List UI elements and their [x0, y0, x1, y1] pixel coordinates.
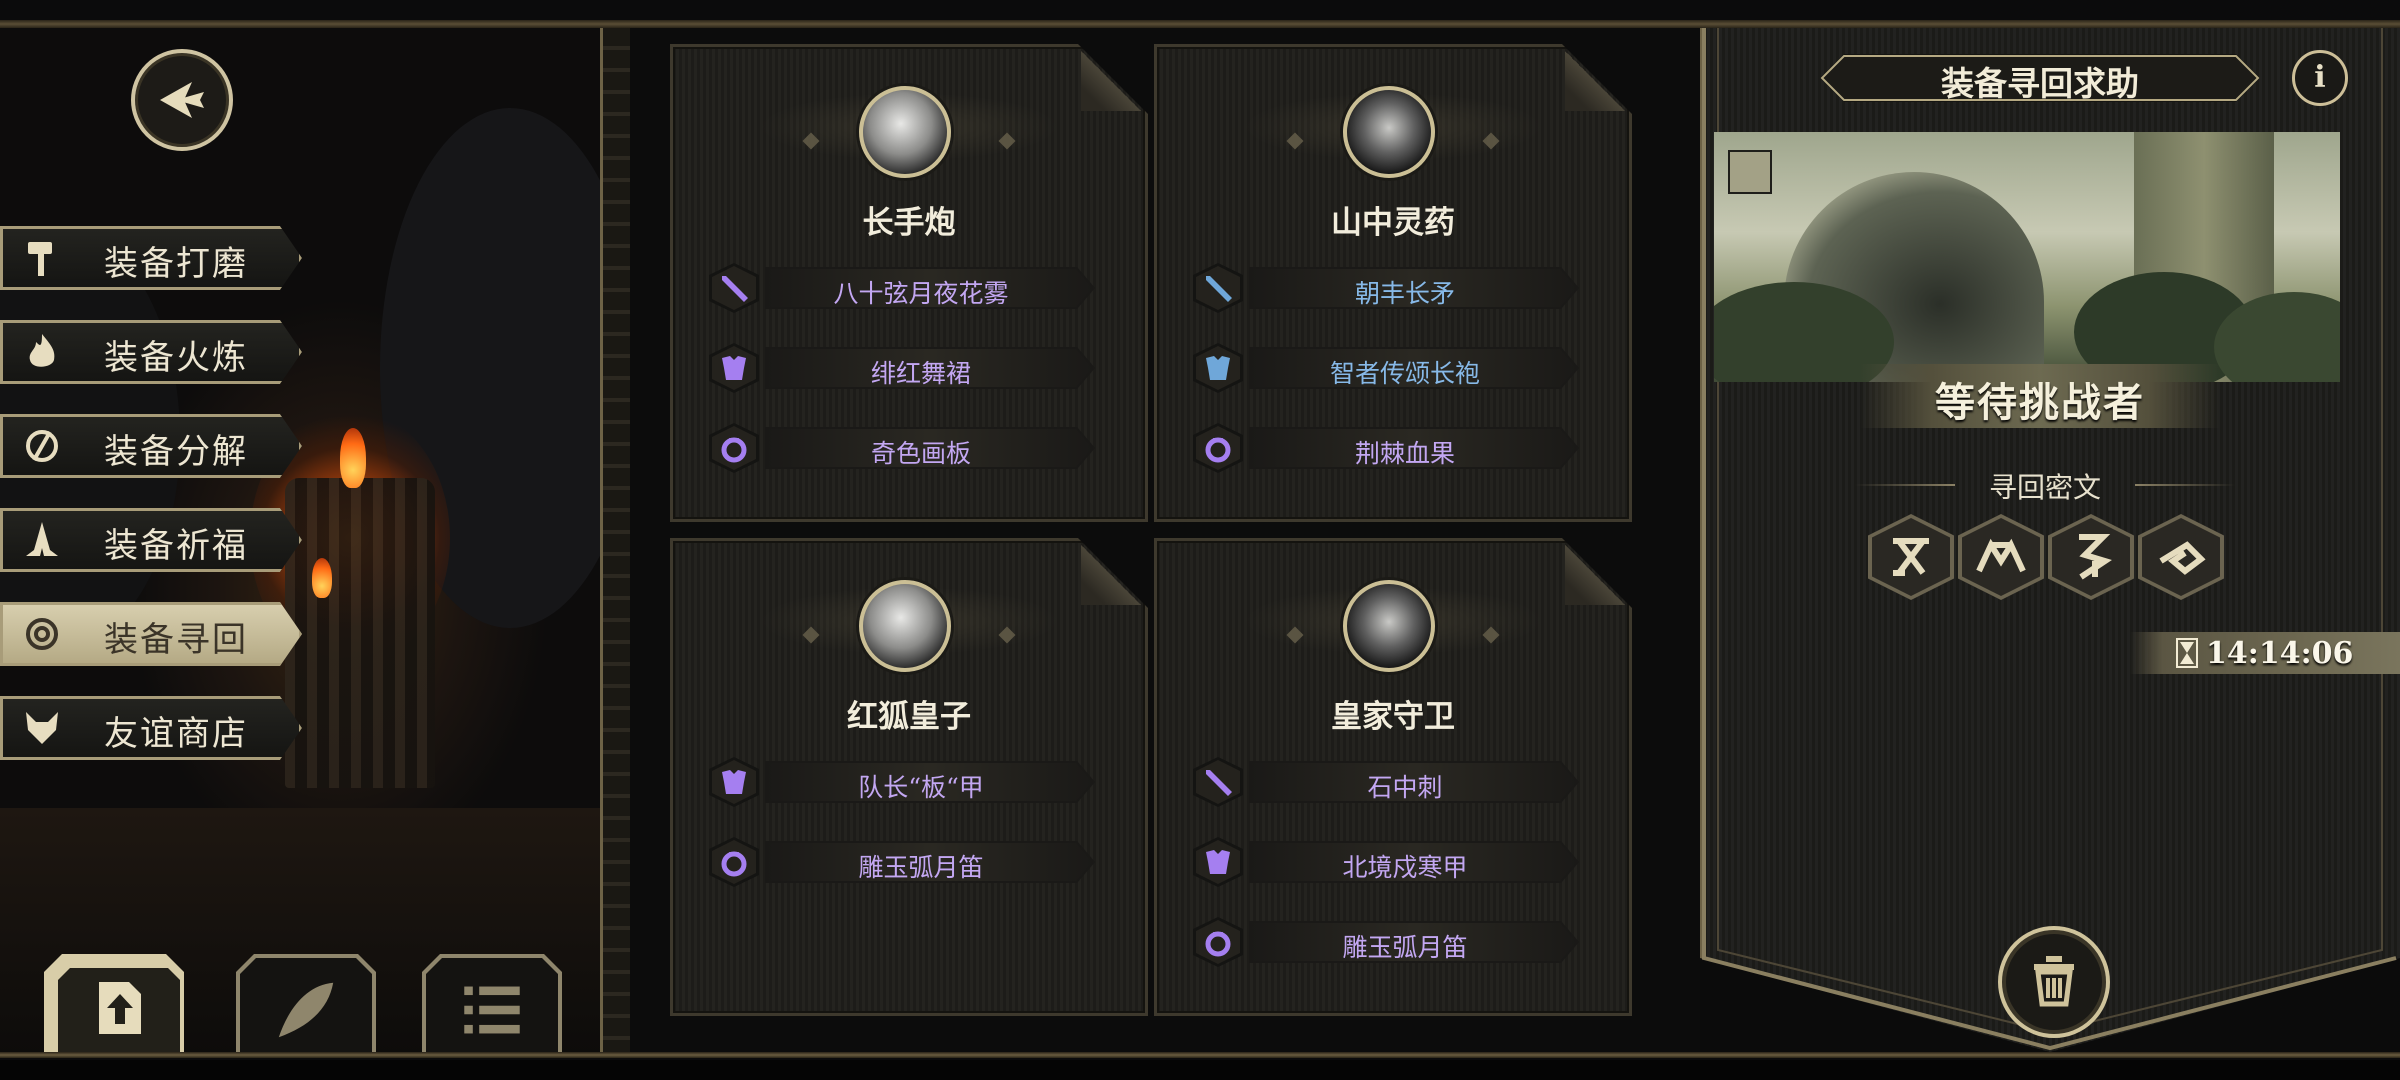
request-card[interactable]: 长手炮 八十弦月夜花雾 绯红舞裙 奇色画板	[670, 44, 1148, 522]
equipment-name: 八十弦月夜花雾	[833, 279, 1009, 308]
upload-arrow-icon	[99, 982, 141, 1034]
ring-icon	[721, 851, 747, 877]
menu-item-polish[interactable]: 装备打磨	[0, 226, 302, 290]
info-button[interactable]: i	[2292, 50, 2348, 106]
menu-item-fire-refine[interactable]: 装备火炼	[0, 320, 302, 384]
equipment-item[interactable]: 奇色画板	[709, 423, 1109, 473]
menu-item-disassemble[interactable]: 装备分解	[0, 414, 302, 478]
menu-item-label: 装备祈福	[104, 526, 248, 566]
status-text: 等待挑战者	[1935, 379, 2145, 426]
equipment-item[interactable]: 朝丰长矛	[1193, 263, 1593, 313]
armor-icon	[722, 356, 746, 380]
cipher-label: 寻回密文	[1988, 471, 2101, 504]
menu-item-label: 友谊商店	[104, 714, 248, 754]
menu-item-label: 装备打磨	[104, 244, 248, 284]
bottom-bar	[0, 1060, 2400, 1080]
list-icon	[464, 986, 520, 1034]
equipment-item[interactable]: 石中刺	[1193, 757, 1593, 807]
ring-icon	[1205, 931, 1231, 957]
split-icon	[26, 430, 58, 462]
equipment-name: 雕玉弧月笛	[858, 853, 984, 882]
ring-icon	[721, 437, 747, 463]
flame-icon	[29, 334, 55, 367]
rune-icon	[2079, 534, 2112, 580]
sword-icon	[722, 276, 748, 302]
equipment-name: 智者传颂长袍	[1329, 359, 1480, 388]
equipment-name: 石中刺	[1367, 773, 1443, 802]
share-corner-icon[interactable]	[1728, 150, 1772, 194]
trash-icon	[2034, 956, 2074, 1007]
panel-title-bar: 装备寻回求助	[1820, 54, 2260, 103]
spiral-icon	[26, 618, 58, 650]
fox-icon	[26, 712, 58, 744]
character-name: 山中灵药	[1331, 205, 1455, 241]
character-avatar	[1343, 580, 1435, 672]
equipment-name: 朝丰长矛	[1354, 279, 1455, 308]
character-avatar	[1343, 86, 1435, 178]
equipment-name: 队长“板“甲	[858, 773, 984, 802]
hourglass-icon	[2176, 638, 2198, 668]
requests-grid: 长手炮 八十弦月夜花雾 绯红舞裙 奇色画板 山中灵药 朝丰长矛 智者传颂长袍 荆…	[630, 28, 1700, 1052]
list-tab-button[interactable]	[422, 954, 562, 1052]
character-avatar	[859, 86, 951, 178]
equipment-item[interactable]: 队长“板“甲	[709, 757, 1109, 807]
request-card[interactable]: 红狐皇子 队长“板“甲 雕玉弧月笛	[670, 538, 1148, 1016]
feather-tab-button[interactable]	[236, 954, 376, 1052]
equipment-name: 荆棘血果	[1354, 439, 1455, 468]
request-card[interactable]: 山中灵药 朝丰长矛 智者传颂长袍 荆棘血果	[1154, 44, 1632, 522]
timer-value: 14:14:06	[2206, 636, 2354, 671]
menu-item-label: 装备寻回	[104, 620, 248, 660]
character-name: 红狐皇子	[847, 699, 971, 735]
equipment-item[interactable]: 雕玉弧月笛	[709, 837, 1109, 887]
panel-title: 装备寻回求助	[1941, 64, 2139, 103]
character-avatar	[859, 580, 951, 672]
character-name: 长手炮	[862, 205, 956, 241]
equipment-item[interactable]: 绯红舞裙	[709, 343, 1109, 393]
pray-hands-icon	[26, 522, 58, 556]
countdown-timer: 14:14:06	[2130, 632, 2400, 674]
hammer-icon	[28, 242, 52, 276]
cipher-header: 寻回密文	[1855, 464, 2235, 504]
equipment-item[interactable]: 八十弦月夜花雾	[709, 263, 1109, 313]
sword-icon	[1206, 770, 1232, 796]
character-name: 皇家守卫	[1331, 699, 1455, 735]
equipment-name: 绯红舞裙	[870, 359, 971, 388]
bottom-frame	[0, 1052, 2400, 1058]
delete-request-button[interactable]	[1998, 926, 2110, 1038]
equipment-name: 雕玉弧月笛	[1342, 933, 1468, 962]
upload-tab-button[interactable]	[44, 954, 184, 1052]
info-icon: i	[2314, 60, 2326, 95]
equipment-name: 北境戍寒甲	[1342, 853, 1468, 882]
feather-icon	[278, 982, 334, 1038]
boss-scene-image	[1714, 132, 2340, 382]
retrieve-help-panel: 装备寻回求助 i 等待挑战者 寻回密文 14:14:06	[1700, 28, 2400, 1052]
request-card[interactable]: 皇家守卫 石中刺 北境戍寒甲 雕玉弧月笛	[1154, 538, 1632, 1016]
equipment-name: 奇色画板	[870, 439, 971, 468]
equipment-item[interactable]: 荆棘血果	[1193, 423, 1593, 473]
equipment-item[interactable]: 智者传颂长袍	[1193, 343, 1593, 393]
menu-item-friendship-shop[interactable]: 友谊商店	[0, 696, 302, 760]
armor-icon	[722, 770, 746, 794]
back-arrow-icon	[160, 82, 204, 118]
equipment-item[interactable]: 雕玉弧月笛	[1193, 917, 1593, 967]
top-frame	[0, 20, 2400, 28]
menu-item-retrieve[interactable]: 装备寻回	[0, 602, 302, 666]
equipment-item[interactable]: 北境戍寒甲	[1193, 837, 1593, 887]
sword-icon	[1206, 276, 1232, 302]
back-button[interactable]	[131, 49, 233, 151]
rune-icon	[2159, 541, 2206, 575]
menu-item-label: 装备火炼	[104, 338, 248, 378]
armor-icon	[1206, 356, 1230, 380]
armor-icon	[1206, 850, 1230, 874]
rune-icon	[1976, 538, 2026, 573]
menu-item-bless[interactable]: 装备祈福	[0, 508, 302, 572]
ring-icon	[1205, 437, 1231, 463]
status-banner: 等待挑战者	[1860, 364, 2220, 428]
menu-item-label: 装备分解	[104, 432, 248, 472]
rune-icon	[1893, 538, 1929, 576]
